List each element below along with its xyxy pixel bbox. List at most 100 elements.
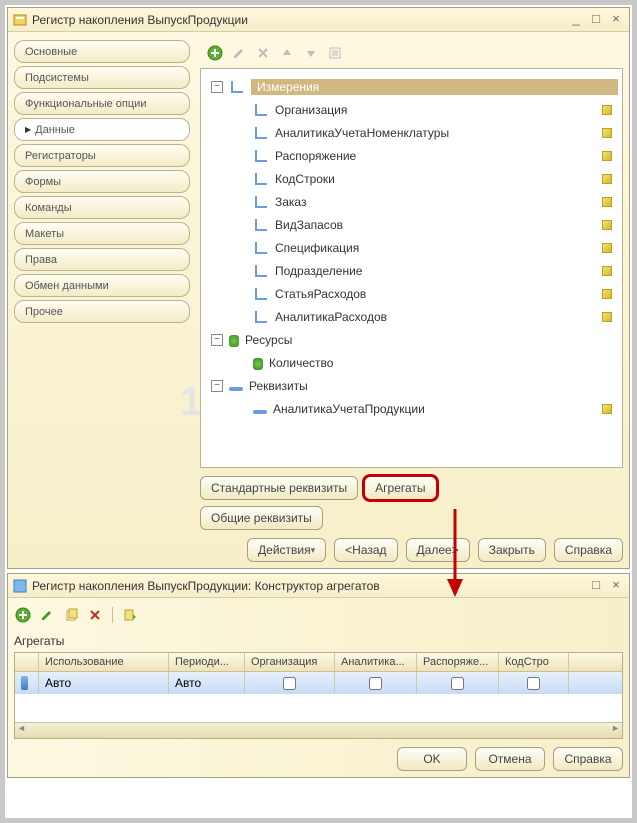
horizontal-scrollbar[interactable]	[15, 722, 622, 738]
tree-toolbar	[200, 40, 623, 66]
move-up-button[interactable]	[278, 44, 296, 62]
col-analytics[interactable]: Аналитика...	[335, 653, 417, 671]
maximize-button[interactable]: □	[587, 578, 605, 594]
tab-subsystems[interactable]: Подсистемы	[14, 66, 190, 89]
tree-item[interactable]: Распоряжение	[205, 144, 618, 167]
dialog-footer: OK Отмена Справка	[14, 747, 623, 771]
data-panel: − Измерения Организация АналитикаУчетаНо…	[200, 40, 623, 530]
window-title: Регистр накопления ВыпускПродукции	[32, 13, 567, 27]
delete-button[interactable]	[254, 44, 272, 62]
cube-icon	[602, 266, 612, 276]
tab-commands[interactable]: Команды	[14, 196, 190, 219]
tab-funcoptions[interactable]: Функциональные опции	[14, 92, 190, 115]
tree-node-attributes[interactable]: − Реквизиты	[205, 374, 618, 397]
minimize-button[interactable]: _	[567, 12, 585, 28]
tree-item[interactable]: Подразделение	[205, 259, 618, 282]
cancel-button[interactable]: Отмена	[475, 747, 545, 771]
copy-button[interactable]	[62, 606, 80, 624]
collapse-icon[interactable]: −	[211, 81, 223, 93]
titlebar: Регистр накопления ВыпускПродукции _ □ ×	[8, 8, 629, 32]
tab-forms[interactable]: Формы	[14, 170, 190, 193]
dimension-icon	[253, 217, 269, 233]
analytics-checkbox[interactable]	[369, 677, 382, 690]
move-down-button[interactable]	[302, 44, 320, 62]
config-window: Регистр накопления ВыпускПродукции _ □ ×…	[7, 7, 630, 569]
tab-templates[interactable]: Макеты	[14, 222, 190, 245]
collapse-icon[interactable]: −	[211, 380, 223, 392]
cell-codestr[interactable]	[499, 672, 569, 694]
build-button[interactable]	[121, 606, 139, 624]
tree-panel: − Измерения Организация АналитикаУчетаНо…	[200, 68, 623, 468]
aggregates-window: Регистр накопления ВыпускПродукции: Конс…	[7, 573, 630, 778]
dimension-icon	[253, 125, 269, 141]
tree-item[interactable]: Заказ	[205, 190, 618, 213]
tab-other[interactable]: Прочее	[14, 300, 190, 323]
tree-label: Измерения	[251, 79, 618, 95]
order-checkbox[interactable]	[451, 677, 464, 690]
tab-data[interactable]: Данные	[14, 118, 190, 141]
grid-empty-area	[15, 694, 622, 722]
tree-node-resources[interactable]: − Ресурсы	[205, 328, 618, 351]
close-button[interactable]: ×	[607, 578, 625, 594]
separator	[112, 607, 113, 623]
tree-item[interactable]: АналитикаУчетаПродукции	[205, 397, 618, 420]
grid-header: Использование Периоди... Организация Ана…	[15, 653, 622, 672]
section-label: Агрегаты	[14, 634, 623, 648]
collapse-icon[interactable]: −	[211, 334, 223, 346]
tree-item[interactable]: ВидЗапасов	[205, 213, 618, 236]
common-attributes-button[interactable]: Общие реквизиты	[200, 506, 323, 530]
org-checkbox[interactable]	[283, 677, 296, 690]
cell-period[interactable]: Авто	[169, 672, 245, 694]
tab-main[interactable]: Основные	[14, 40, 190, 63]
tab-rights[interactable]: Права	[14, 248, 190, 271]
attribute-icon	[253, 410, 267, 414]
tree-item[interactable]: Организация	[205, 98, 618, 121]
edit-button[interactable]	[38, 606, 56, 624]
tree-item[interactable]: СтатьяРасходов	[205, 282, 618, 305]
cube-icon	[602, 220, 612, 230]
col-org[interactable]: Организация	[245, 653, 335, 671]
tree-item[interactable]: Количество	[205, 351, 618, 374]
cell-order[interactable]	[417, 672, 499, 694]
cube-icon	[602, 289, 612, 299]
back-button[interactable]: <Назад	[334, 538, 397, 562]
col-icon[interactable]	[15, 653, 39, 671]
dimension-icon	[253, 194, 269, 210]
col-usage[interactable]: Использование	[39, 653, 169, 671]
help-button[interactable]: Справка	[553, 747, 623, 771]
cell-usage[interactable]: Авто	[39, 672, 169, 694]
tree-item[interactable]: Спецификация	[205, 236, 618, 259]
window-title: Регистр накопления ВыпускПродукции: Конс…	[32, 579, 587, 593]
tree-item[interactable]: АналитикаУчетаНоменклатуры	[205, 121, 618, 144]
cell-analytics[interactable]	[335, 672, 417, 694]
cube-icon	[602, 174, 612, 184]
register-icon	[12, 12, 28, 28]
close-button[interactable]: Закрыть	[478, 538, 546, 562]
properties-button[interactable]	[326, 44, 344, 62]
tab-recorders[interactable]: Регистраторы	[14, 144, 190, 167]
cube-icon	[602, 312, 612, 322]
tree-item[interactable]: КодСтроки	[205, 167, 618, 190]
codestr-checkbox[interactable]	[527, 677, 540, 690]
delete-button[interactable]	[86, 606, 104, 624]
add-button[interactable]	[206, 44, 224, 62]
std-attributes-button[interactable]: Стандартные реквизиты	[200, 476, 358, 500]
ok-button[interactable]: OK	[397, 747, 467, 771]
tree-node-dimensions[interactable]: − Измерения	[205, 75, 618, 98]
edit-button[interactable]	[230, 44, 248, 62]
tree-item[interactable]: АналитикаРасходов	[205, 305, 618, 328]
col-order[interactable]: Распоряже...	[417, 653, 499, 671]
col-period[interactable]: Периоди...	[169, 653, 245, 671]
grid-row[interactable]: Авто Авто	[15, 672, 622, 694]
aggregates-button[interactable]: Агрегаты	[364, 476, 436, 500]
close-button[interactable]: ×	[607, 12, 625, 28]
add-button[interactable]	[14, 606, 32, 624]
help-button[interactable]: Справка	[554, 538, 623, 562]
col-codestr[interactable]: КодСтро	[499, 653, 569, 671]
next-button[interactable]: Далее>	[406, 538, 470, 562]
tab-exchange[interactable]: Обмен данными	[14, 274, 190, 297]
maximize-button[interactable]: □	[587, 12, 605, 28]
cell-org[interactable]	[245, 672, 335, 694]
cube-icon	[602, 197, 612, 207]
actions-button[interactable]: Действия	[247, 538, 326, 562]
